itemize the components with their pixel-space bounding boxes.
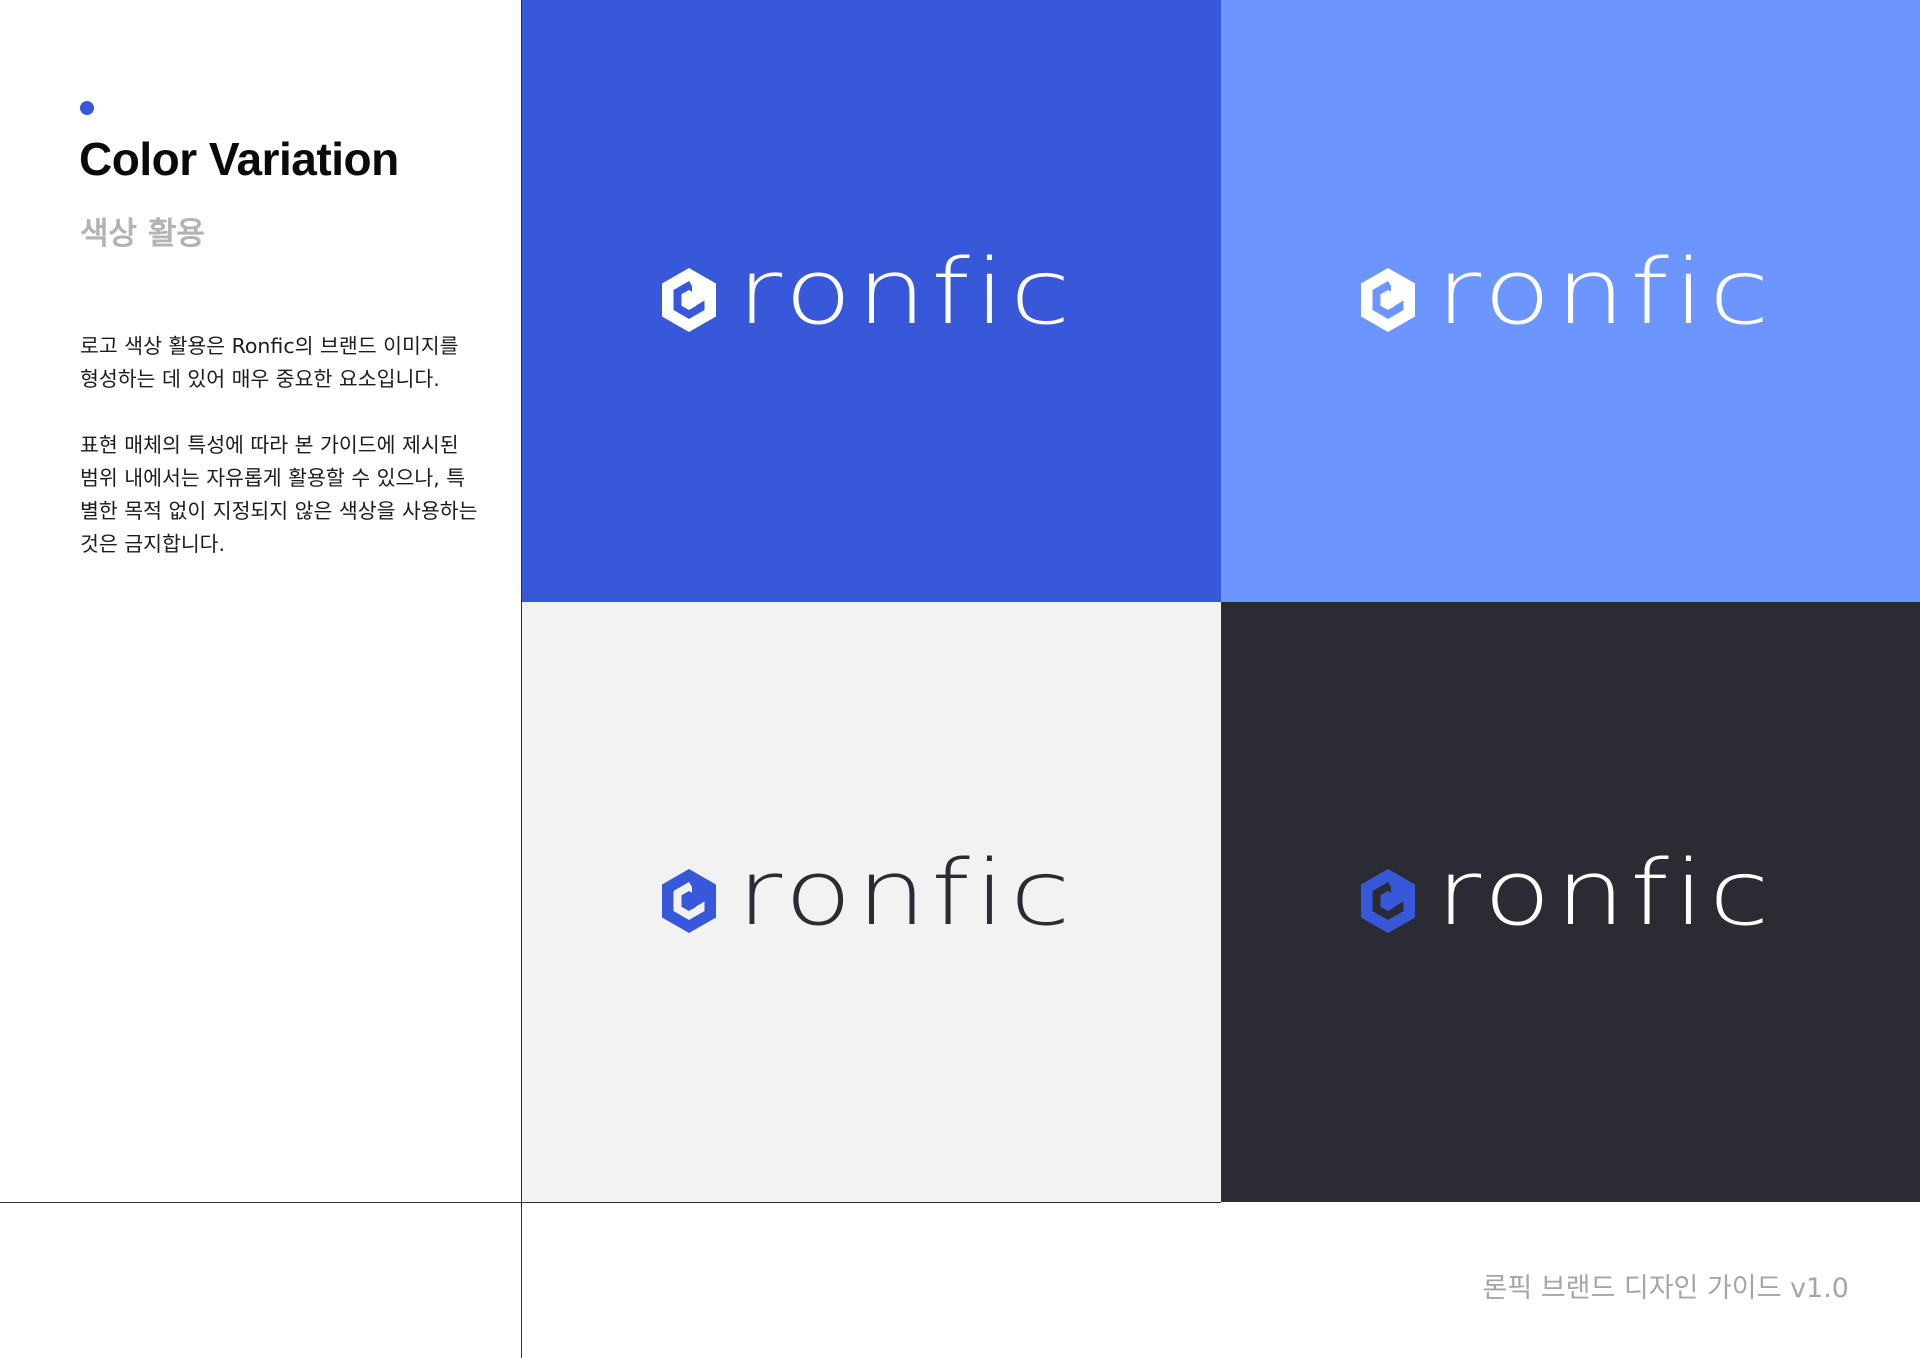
logo-wordmark: ronfic xyxy=(736,240,1076,345)
color-panel-light-blue: ronfic xyxy=(1221,0,1920,602)
ronfic-logo: ronfic xyxy=(1358,849,1783,939)
ronfic-logo: ronfic xyxy=(659,248,1084,338)
horizontal-divider xyxy=(0,1202,1221,1203)
color-panel-blue: ronfic xyxy=(522,0,1221,602)
logo-wordmark: ronfic xyxy=(736,841,1076,946)
color-panel-dark: ronfic xyxy=(1221,602,1920,1202)
hexagon-logo-icon xyxy=(1360,869,1415,933)
color-panel-light-gray: ronfic xyxy=(522,602,1221,1202)
page-title: Color Variation xyxy=(79,133,399,185)
description-paragraph-1: 로고 색상 활용은 Ronfic의 브랜드 이미지를 형성하는 데 있어 매우 … xyxy=(80,334,459,391)
hexagon-logo-icon xyxy=(661,869,716,933)
hexagon-logo-icon xyxy=(1360,268,1415,332)
footer-text: 론픽 브랜드 디자인 가이드 v1.0 xyxy=(1482,1273,1850,1304)
ronfic-logo: ronfic xyxy=(1358,248,1783,338)
description-paragraph-2: 표현 매체의 특성에 따라 본 가이드에 제시된 범위 내에서는 자유롭게 활용… xyxy=(80,433,478,556)
hexagon-logo-icon xyxy=(661,268,716,332)
logo-wordmark: ronfic xyxy=(1435,240,1775,345)
page-subtitle: 색상 활용 xyxy=(80,216,205,252)
description: 로고 색상 활용은 Ronfic의 브랜드 이미지를 형성하는 데 있어 매우 … xyxy=(80,330,480,594)
logo-wordmark: ronfic xyxy=(1435,841,1775,946)
accent-dot xyxy=(80,101,94,115)
ronfic-logo: ronfic xyxy=(659,849,1084,939)
